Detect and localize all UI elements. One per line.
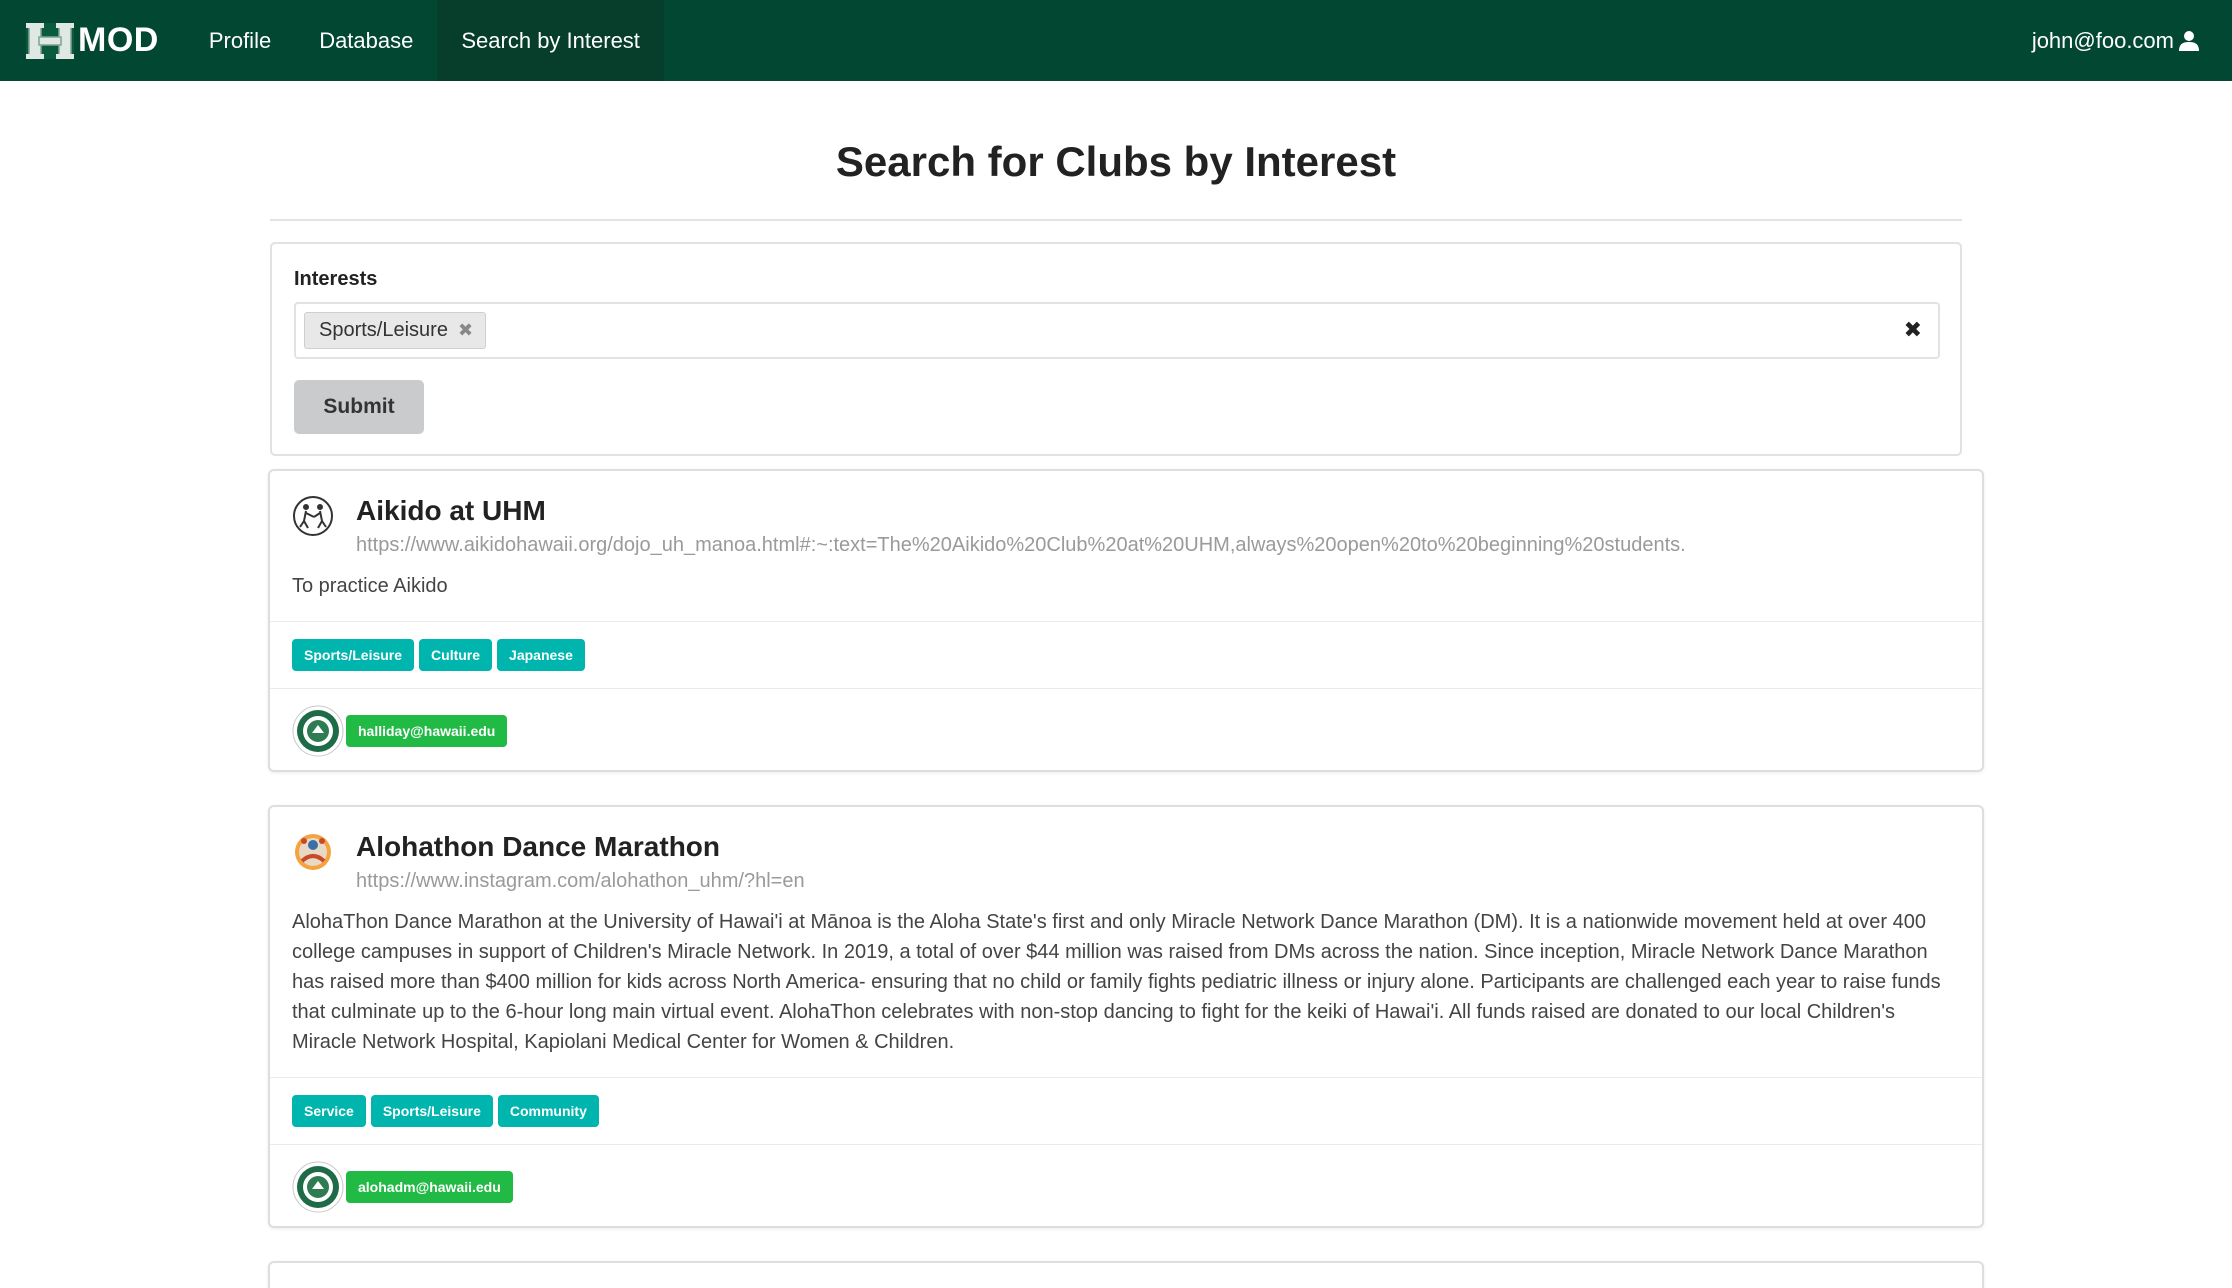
interest-tag: Sports/Leisure bbox=[292, 639, 415, 671]
club-url: https://www.instagram.com/alohathon_uhm/… bbox=[356, 870, 805, 892]
owner-email-tag: halliday@hawaii.edu bbox=[346, 714, 508, 747]
submit-button[interactable]: Submit bbox=[294, 380, 424, 434]
top-navbar: MOD Profile Database Search by Interest … bbox=[0, 0, 2232, 81]
chip-label: Sports/Leisure bbox=[319, 319, 448, 341]
page-title: Search for Clubs by Interest bbox=[835, 138, 1397, 185]
clear-selection-icon[interactable]: ✖ bbox=[1904, 317, 1922, 343]
remove-chip-icon[interactable]: ✖ bbox=[458, 320, 473, 341]
brand-name: MOD bbox=[78, 21, 159, 59]
club-card-content: Alohathon Dance Marathon https://www.ins… bbox=[270, 807, 1982, 1077]
club-owners: alohadm@hawaii.edu bbox=[270, 1144, 1982, 1228]
interest-tag: Japanese bbox=[497, 639, 585, 671]
uh-seal-avatar-icon bbox=[292, 705, 344, 756]
user-icon bbox=[2179, 30, 2199, 51]
club-card: Alohathon Dance Marathon https://www.ins… bbox=[268, 805, 1984, 1228]
club-description: AlohaThon Dance Marathon at the Universi… bbox=[292, 911, 1941, 1053]
club-card-content: Aikido at UHM https://www.aikidohawaii.o… bbox=[270, 471, 1982, 621]
uh-seal-avatar-icon bbox=[292, 1161, 344, 1212]
nav-item-profile[interactable]: Profile bbox=[185, 0, 295, 81]
club-url: https://www.aikidohawaii.org/dojo_uh_man… bbox=[356, 534, 1686, 556]
club-tags: Service Sports/Leisure Community bbox=[270, 1077, 1982, 1144]
user-menu[interactable]: john@foo.com bbox=[2032, 0, 2200, 81]
title-divider bbox=[270, 219, 1962, 221]
alohathon-club-logo-icon bbox=[295, 834, 331, 870]
interest-tag: Culture bbox=[419, 639, 493, 671]
interest-tag: Service bbox=[292, 1095, 366, 1127]
aikido-club-logo-icon bbox=[293, 496, 333, 536]
interest-search-form: Interests Sports/Leisure ✖ ✖ Submit bbox=[270, 242, 1962, 456]
club-card: Aikido at UHM https://www.aikidohawaii.o… bbox=[268, 469, 1984, 772]
brand-home-link[interactable]: MOD bbox=[24, 0, 159, 81]
user-email: john@foo.com bbox=[2031, 27, 2174, 53]
selected-interest-chip: Sports/Leisure ✖ bbox=[304, 312, 487, 349]
club-card bbox=[268, 1261, 1984, 1288]
interests-label: Interests bbox=[294, 268, 378, 290]
nav-item-database[interactable]: Database bbox=[295, 0, 437, 81]
interest-tag: Sports/Leisure bbox=[370, 1095, 493, 1127]
club-tags: Sports/Leisure Culture Japanese bbox=[270, 621, 1982, 688]
nav-menu: Profile Database Search by Interest bbox=[185, 0, 664, 81]
club-name: Alohathon Dance Marathon bbox=[356, 831, 721, 862]
interests-multiselect[interactable]: Sports/Leisure ✖ ✖ bbox=[294, 302, 1940, 359]
nav-item-search-by-interest[interactable]: Search by Interest bbox=[437, 0, 664, 81]
owner-email-tag: alohadm@hawaii.edu bbox=[346, 1170, 513, 1203]
interest-tag: Community bbox=[497, 1095, 599, 1127]
club-description: To practice Aikido bbox=[292, 575, 448, 597]
club-name: Aikido at UHM bbox=[356, 495, 546, 526]
club-owners: halliday@hawaii.edu bbox=[270, 688, 1982, 772]
uh-h-logo-icon bbox=[26, 22, 74, 59]
